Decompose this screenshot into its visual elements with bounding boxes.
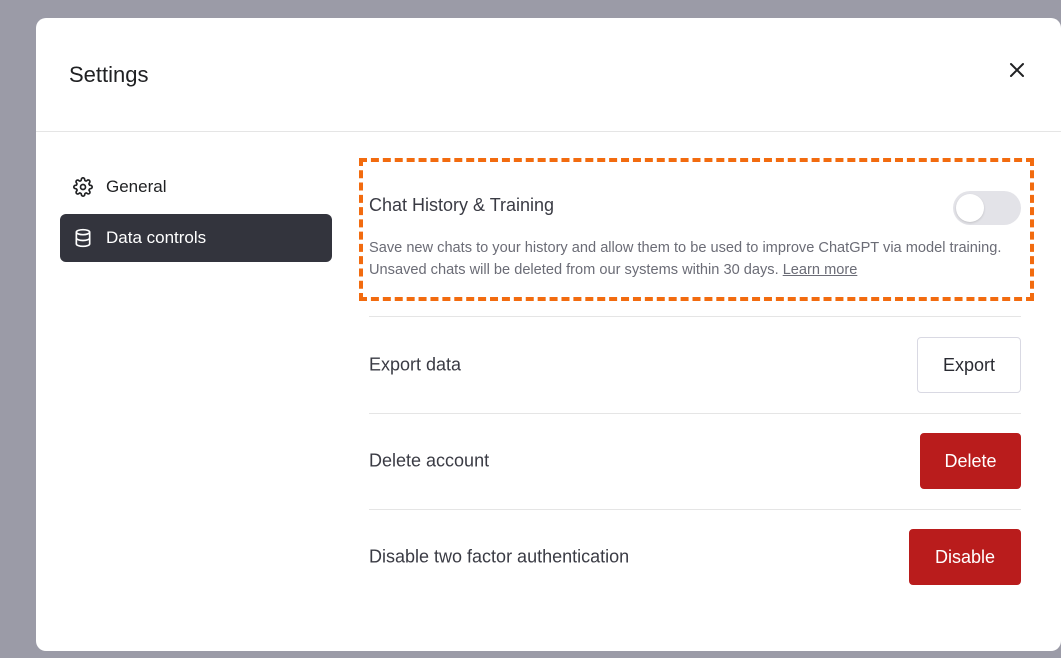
database-icon xyxy=(72,227,94,249)
close-icon xyxy=(1010,63,1024,77)
delete-account-row: Delete account Delete xyxy=(369,413,1021,510)
settings-dialog: Settings General Data controls Chat Hist… xyxy=(36,18,1061,651)
delete-account-label: Delete account xyxy=(369,450,490,471)
sidebar-item-data-controls[interactable]: Data controls xyxy=(60,214,332,262)
disable-2fa-row: Disable two factor authentication Disabl… xyxy=(369,509,1021,605)
disable-2fa-label: Disable two factor authentication xyxy=(369,546,630,567)
dialog-title: Settings xyxy=(69,62,149,87)
gear-icon xyxy=(72,176,94,198)
export-data-row: Export data Export xyxy=(369,317,1021,414)
delete-button[interactable]: Delete xyxy=(920,433,1021,489)
highlight-annotation xyxy=(359,158,1034,301)
sidebar-item-label: Data controls xyxy=(106,228,207,247)
sidebar-item-label: General xyxy=(106,177,167,196)
export-button[interactable]: Export xyxy=(917,337,1021,393)
close-button[interactable] xyxy=(1005,58,1029,82)
export-data-label: Export data xyxy=(369,354,462,375)
sidebar-item-general[interactable]: General xyxy=(60,163,332,211)
dialog-header: Settings xyxy=(36,18,1061,132)
settings-sidebar: General Data controls xyxy=(60,163,332,262)
disable-button[interactable]: Disable xyxy=(909,529,1021,585)
